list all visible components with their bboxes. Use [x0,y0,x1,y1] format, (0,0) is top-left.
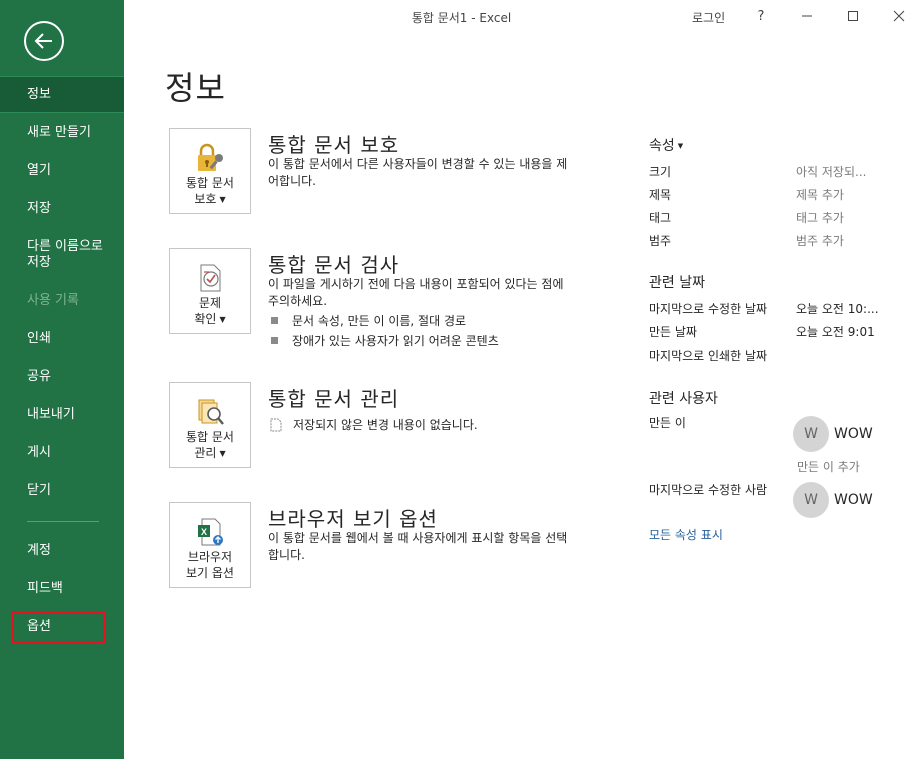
modified-date-label: 마지막으로 수정한 날짜 [649,302,768,316]
nav-save[interactable]: 저장 [0,201,124,217]
inspect-bullet: 문서 속성, 만든 이 이름, 절대 경로 [271,312,466,329]
protect-btn-line2: 보호 [194,192,217,206]
prop-category-label: 범주 [649,234,672,248]
nav-publish[interactable]: 게시 [0,445,124,461]
inspect-bullet-text: 장애가 있는 사용자가 읽기 어려운 콘텐츠 [292,334,499,348]
inspect-btn-line1: 문제 [198,296,222,310]
modified-date-value: 오늘 오전 10:... [796,302,879,316]
nav-info[interactable]: 정보 [0,76,124,113]
inspect-desc: 이 파일을 게시하기 전에 다음 내용이 포함되어 있다는 점에 주의하세요. [268,277,564,308]
prop-title-value[interactable]: 제목 추가 [796,186,844,203]
minimize-button[interactable] [794,5,820,27]
manage-note: 저장되지 않은 변경 내용이 없습니다. [270,416,478,433]
inspect-btn-line2: 확인 [194,312,217,326]
add-author-field[interactable]: 만든 이 추가 [797,458,860,475]
nav-close[interactable]: 닫기 [0,483,124,499]
modifier-avatar: W [793,482,829,518]
prop-title-label: 제목 [649,188,672,202]
excel-web-icon: X [198,518,223,546]
prop-tags-label: 태그 [649,211,672,225]
properties-dropdown[interactable]: 속성 ▼ [649,135,683,155]
browser-btn-line2: 보기 옵션 [186,566,234,580]
nav-history: 사용 기록 [27,293,79,308]
window-title: 통합 문서1 - Excel [411,11,512,25]
bullet-square-icon [271,337,278,344]
bullet-square-icon [271,317,278,324]
prop-category-value[interactable]: 범주 추가 [796,232,844,249]
nav-save-as[interactable]: 다른 이름으로 저장 [0,239,124,271]
created-date-label: 만든 날짜 [649,325,697,339]
nav-info-label: 정보 [27,86,51,102]
printed-date-label: 마지막으로 인쇄한 날짜 [649,349,768,363]
nav-share[interactable]: 공유 [0,369,124,385]
manage-workbook-button[interactable]: 통합 문서 관리 ▼ [169,382,251,468]
prop-tags-value[interactable]: 태그 추가 [796,209,844,226]
manage-title: 통합 문서 관리 [268,387,400,411]
nav-open[interactable]: 열기 [0,163,124,179]
page-title: 정보 [165,69,226,107]
protect-workbook-button[interactable]: 통합 문서 보호 ▼ [169,128,251,214]
back-button[interactable] [24,21,64,61]
sidebar-divider [27,521,99,522]
minimize-icon [802,15,812,17]
login-link[interactable]: 로그인 [692,9,725,26]
inspect-document-icon [200,264,221,292]
svg-text:X: X [201,527,207,537]
nav-new[interactable]: 새로 만들기 [0,125,124,141]
browser-view-options-button[interactable]: X 브라우저 보기 옵션 [169,502,251,588]
manage-btn-line2: 관리 [194,446,217,460]
protect-title: 통합 문서 보호 [268,133,400,157]
manage-btn-line1: 통합 문서 [186,430,234,444]
maximize-button[interactable] [840,5,866,27]
last-modified-by-label: 마지막으로 수정한 사람 [649,483,768,497]
help-button[interactable]: ? [748,5,774,27]
protect-btn-line1: 통합 문서 [186,176,234,190]
chevron-down-icon: ▼ [219,314,226,324]
inspect-bullet-text: 문서 속성, 만든 이 이름, 절대 경로 [292,314,467,328]
created-date-value: 오늘 오전 9:01 [796,325,875,339]
nav-feedback[interactable]: 피드백 [0,581,124,597]
browser-btn-line1: 브라우저 [187,550,233,564]
modifier-name[interactable]: WOW [834,492,873,508]
author-name[interactable]: WOW [834,426,873,442]
chevron-down-icon: ▼ [219,194,226,204]
browser-desc: 이 통합 문서를 웹에서 볼 때 사용자에게 표시할 항목을 선택합니다. [268,531,568,562]
chevron-down-icon: ▼ [677,142,684,150]
back-arrow-icon [34,33,52,49]
close-window-button[interactable] [886,5,912,27]
chevron-down-icon: ▼ [219,448,226,458]
author-label: 만든 이 [649,416,686,430]
browser-title: 브라우저 보기 옵션 [268,507,438,531]
manage-workbook-icon [198,399,224,425]
document-icon [270,418,282,431]
maximize-icon [848,11,858,21]
lock-key-icon [198,143,223,171]
related-dates-heading: 관련 날짜 [649,275,705,291]
related-people-heading: 관련 사용자 [649,391,718,407]
prop-size-value: 아직 저장되... [796,165,867,179]
nav-account[interactable]: 계정 [0,543,124,559]
show-all-properties-link[interactable]: 모든 속성 표시 [649,526,723,543]
check-issues-button[interactable]: 문제 확인 ▼ [169,248,251,334]
options-highlight-box [11,611,106,644]
protect-desc: 이 통합 문서에서 다른 사용자들이 변경할 수 있는 내용을 제어합니다. [268,157,568,188]
nav-export[interactable]: 내보내기 [0,407,124,423]
inspect-title: 통합 문서 검사 [268,253,400,277]
prop-size-label: 크기 [649,165,672,179]
backstage-sidebar: 정보 새로 만들기 열기 저장 다른 이름으로 저장 사용 기록 인쇄 공유 내… [0,0,124,759]
manage-note-text: 저장되지 않은 변경 내용이 없습니다. [293,418,478,432]
inspect-bullet: 장애가 있는 사용자가 읽기 어려운 콘텐츠 [271,332,499,349]
author-avatar: W [793,416,829,452]
properties-heading: 속성 [649,138,675,154]
close-icon [893,10,905,22]
nav-print[interactable]: 인쇄 [0,331,124,347]
